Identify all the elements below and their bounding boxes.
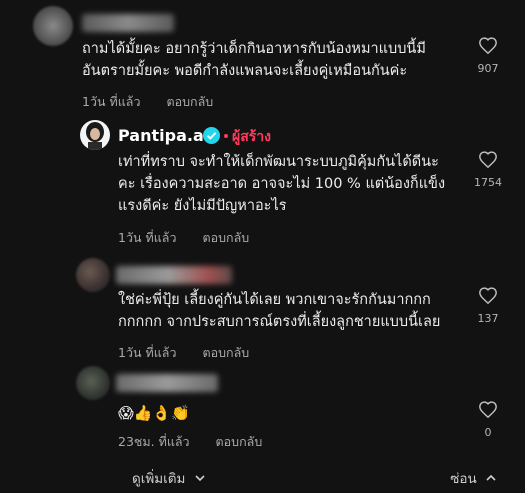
see-more-label: ดูเพิ่มเติม	[132, 471, 186, 487]
like-count: 907	[477, 62, 499, 75]
timestamp: 1วัน ที่แล้ว	[118, 345, 177, 360]
like-button[interactable]: 907	[468, 36, 508, 75]
comment-text: 😱👍👌👏	[118, 404, 190, 422]
comment-text: ใช่ค่ะพี่ปุ้ย เลี้ยงคู่กันได้เลย พวกเขาจ…	[118, 292, 441, 330]
comment-text: ถามได้มั้ยคะ อยากรู้ว่าเด็กกินอาหารกับน้…	[82, 41, 426, 79]
heart-icon	[479, 401, 497, 418]
like-button[interactable]: 137	[468, 286, 508, 325]
comment-meta: 1วัน ที่แล้ว ตอบกลับ	[118, 343, 249, 363]
avatar[interactable]	[33, 6, 73, 46]
heart-icon	[479, 287, 497, 304]
see-more-button[interactable]: ดูเพิ่มเติม	[132, 467, 206, 489]
comment-meta: 23ชม. ที่แล้ว ตอบกลับ	[118, 432, 262, 452]
avatar[interactable]	[80, 120, 110, 150]
username[interactable]: Pantipa.a	[118, 126, 204, 145]
avatar[interactable]	[76, 366, 110, 400]
verified-icon	[203, 127, 220, 144]
like-count: 137	[477, 312, 499, 325]
comment-text: เท่าที่ทราบ จะทำให้เด็กพัฒนาระบบภูมิคุ้ม…	[118, 154, 446, 214]
heart-icon	[479, 37, 497, 54]
comments-footer: ดูเพิ่มเติม ซ่อน	[0, 460, 525, 493]
username-blurred[interactable]	[116, 374, 218, 392]
like-count: 1754	[474, 176, 502, 189]
comment-meta: 1วัน ที่แล้ว ตอบกลับ	[118, 228, 249, 248]
creator-avatar-image	[86, 122, 104, 150]
reply-button[interactable]: ตอบกลับ	[166, 94, 213, 109]
reply-button[interactable]: ตอบกลับ	[202, 345, 249, 360]
username-blurred[interactable]	[116, 266, 232, 284]
comment-meta: 1วัน ที่แล้ว ตอบกลับ	[82, 92, 213, 112]
separator-dot	[224, 134, 228, 138]
reply-button[interactable]: ตอบกลับ	[216, 434, 263, 449]
like-button[interactable]: 1754	[468, 150, 508, 189]
like-button[interactable]: 0	[468, 400, 508, 439]
hide-button[interactable]: ซ่อน	[450, 467, 497, 489]
avatar[interactable]	[76, 258, 110, 292]
timestamp: 23ชม. ที่แล้ว	[118, 434, 190, 449]
timestamp: 1วัน ที่แล้ว	[118, 230, 177, 245]
username-blurred[interactable]	[82, 14, 174, 32]
creator-label: ผู้สร้าง	[232, 129, 271, 145]
like-count: 0	[484, 426, 492, 439]
hide-label: ซ่อน	[450, 471, 477, 487]
chevron-up-icon	[486, 474, 496, 481]
heart-icon	[479, 151, 497, 168]
reply-button[interactable]: ตอบกลับ	[202, 230, 249, 245]
chevron-down-icon	[195, 475, 205, 482]
timestamp: 1วัน ที่แล้ว	[82, 94, 141, 109]
